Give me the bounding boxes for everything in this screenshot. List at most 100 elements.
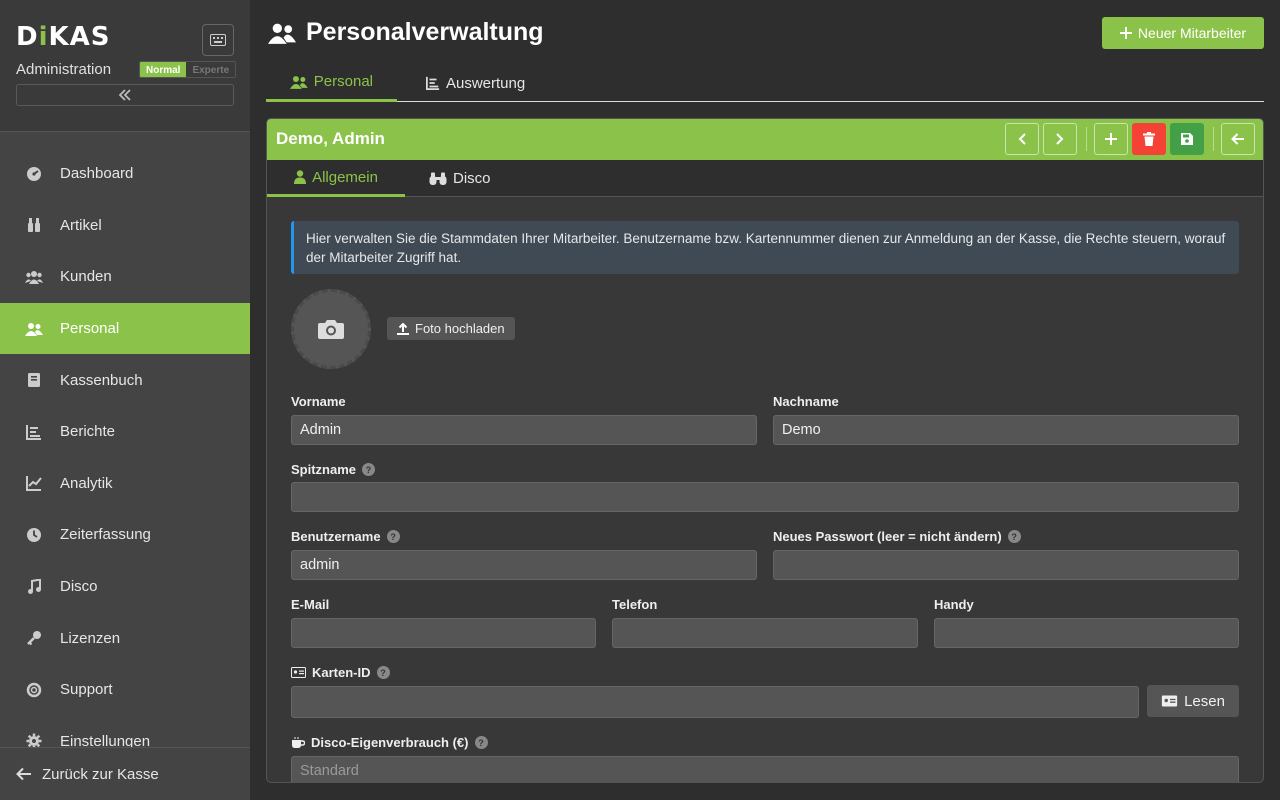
- spitzname-label: Spitzname?: [291, 462, 376, 477]
- upload-photo-label: Foto hochladen: [415, 321, 505, 336]
- divider: [1213, 127, 1214, 151]
- page-title-text: Personalverwaltung: [306, 18, 544, 46]
- read-card-button[interactable]: Lesen: [1147, 685, 1239, 717]
- sidebar-item-disco[interactable]: Disco: [0, 561, 250, 613]
- chart-line-icon: [24, 473, 44, 493]
- sidebar-item-einstellungen[interactable]: Einstellungen: [0, 716, 250, 747]
- users-icon: [24, 267, 44, 287]
- handy-field[interactable]: [934, 618, 1239, 648]
- nachname-field[interactable]: Demo: [773, 415, 1239, 445]
- back-to-register-link[interactable]: Zurück zur Kasse: [0, 747, 250, 800]
- sidebar-item-personal[interactable]: Personal: [0, 302, 250, 355]
- staff-icon: [268, 22, 296, 44]
- tab-label: Auswertung: [446, 74, 526, 92]
- telefon-label: Telefon: [612, 597, 658, 612]
- karten-id-label: Karten-ID?: [291, 665, 390, 680]
- vorname-label: Vorname: [291, 394, 346, 409]
- help-icon[interactable]: ?: [1007, 530, 1021, 543]
- sidebar-item-analytik[interactable]: Analytik: [0, 458, 250, 510]
- sidebar-item-lizenzen[interactable]: Lizenzen: [0, 612, 250, 664]
- sidebar: DiKAS Administration Normal Experte Dash…: [0, 0, 250, 800]
- sidebar-item-label: Einstellungen: [60, 732, 151, 747]
- new-employee-button[interactable]: Neuer Mitarbeiter: [1102, 17, 1264, 49]
- tab-label: Personal: [313, 73, 373, 90]
- sidebar-item-label: Kunden: [60, 268, 112, 286]
- email-field[interactable]: [291, 618, 596, 648]
- passwort-field[interactable]: [773, 550, 1239, 580]
- app-logo: DiKAS: [16, 22, 111, 52]
- mode-toggle[interactable]: Normal Experte: [139, 61, 237, 78]
- back-to-register-label: Zurück zur Kasse: [42, 765, 159, 783]
- benutzername-field[interactable]: admin: [291, 550, 757, 580]
- vorname-field[interactable]: Admin: [291, 415, 757, 445]
- mode-normal[interactable]: Normal: [140, 62, 187, 77]
- arrow-left-icon: [16, 767, 32, 781]
- nachname-label: Nachname: [773, 394, 839, 409]
- staff-icon: [24, 319, 44, 339]
- previous-button[interactable]: [1005, 123, 1039, 155]
- back-button[interactable]: [1221, 123, 1255, 155]
- camera-icon: [318, 320, 344, 339]
- next-button[interactable]: [1043, 123, 1077, 155]
- save-icon: [1181, 133, 1193, 145]
- avatar-placeholder[interactable]: [291, 289, 371, 369]
- save-button[interactable]: [1170, 123, 1204, 155]
- app-subtitle: Administration: [16, 61, 112, 78]
- delete-button[interactable]: [1132, 123, 1166, 155]
- plus-icon: [1105, 133, 1117, 145]
- tab-disco[interactable]: Disco: [429, 160, 491, 197]
- sidebar-item-label: Kassenbuch: [60, 371, 143, 389]
- sidebar-item-kunden[interactable]: Kunden: [0, 251, 250, 303]
- upload-photo-button[interactable]: Foto hochladen: [387, 317, 515, 340]
- disco-consumption-field[interactable]: Standard: [291, 756, 1239, 782]
- sidebar-item-zeiterfassung[interactable]: Zeiterfassung: [0, 509, 250, 561]
- karten-id-field[interactable]: [291, 686, 1139, 718]
- card-header: Demo, Admin: [267, 119, 1263, 160]
- id-card-icon: [291, 667, 306, 678]
- trash-icon: [1143, 132, 1155, 146]
- keyboard-button[interactable]: [202, 24, 234, 56]
- sidebar-item-dashboard[interactable]: Dashboard: [0, 148, 250, 200]
- sidebar-item-artikel[interactable]: Artikel: [0, 200, 250, 252]
- collapse-sidebar-button[interactable]: [16, 84, 234, 106]
- sidebar-item-berichte[interactable]: Berichte: [0, 406, 250, 458]
- disco-consumption-label: Disco-Eigenverbrauch (€)?: [291, 735, 488, 750]
- sidebar-item-label: Dashboard: [60, 165, 134, 183]
- double-chevron-left-icon: [118, 89, 131, 101]
- sidebar-item-label: Analytik: [60, 474, 113, 492]
- add-button[interactable]: [1094, 123, 1128, 155]
- gear-icon: [24, 731, 44, 747]
- tab-personal[interactable]: Personal: [266, 64, 397, 102]
- sidebar-item-support[interactable]: Support: [0, 664, 250, 716]
- help-icon[interactable]: ?: [474, 736, 488, 749]
- help-icon[interactable]: ?: [376, 666, 390, 679]
- report-icon: [24, 422, 44, 442]
- handy-label: Handy: [934, 597, 974, 612]
- clock-icon: [24, 525, 44, 545]
- drinks-icon: [24, 215, 44, 235]
- tab-allgemein[interactable]: Allgemein: [267, 160, 405, 197]
- passwort-label: Neues Passwort (leer = nicht ändern)?: [773, 529, 1021, 544]
- telefon-field[interactable]: [612, 618, 918, 648]
- keyboard-icon: [210, 34, 226, 46]
- key-icon: [24, 628, 44, 648]
- main-content: Personalverwaltung Neuer Mitarbeiter Per…: [250, 0, 1280, 800]
- sidebar-item-label: Personal: [60, 320, 120, 338]
- tab-auswertung[interactable]: Auswertung: [402, 64, 549, 102]
- employee-card: Demo, Admin Allgemein Disco Hier verwalt…: [266, 118, 1264, 783]
- chevron-right-icon: [1056, 133, 1064, 145]
- sidebar-item-kassenbuch[interactable]: Kassenbuch: [0, 354, 250, 406]
- coffee-icon: [292, 736, 305, 748]
- sidebar-header: DiKAS Administration Normal Experte: [0, 0, 250, 132]
- user-icon: [294, 170, 307, 184]
- main-tabs: Personal Auswertung: [266, 64, 1264, 102]
- help-icon[interactable]: ?: [386, 530, 400, 543]
- mode-expert[interactable]: Experte: [186, 62, 236, 77]
- benutzername-label: Benutzername?: [291, 529, 400, 544]
- music-icon: [24, 577, 44, 597]
- employee-name: Demo, Admin: [276, 129, 385, 148]
- divider: [1086, 127, 1087, 151]
- help-icon[interactable]: ?: [362, 463, 376, 476]
- info-alert: Hier verwalten Sie die Stammdaten Ihrer …: [291, 221, 1239, 274]
- spitzname-field[interactable]: [291, 482, 1239, 512]
